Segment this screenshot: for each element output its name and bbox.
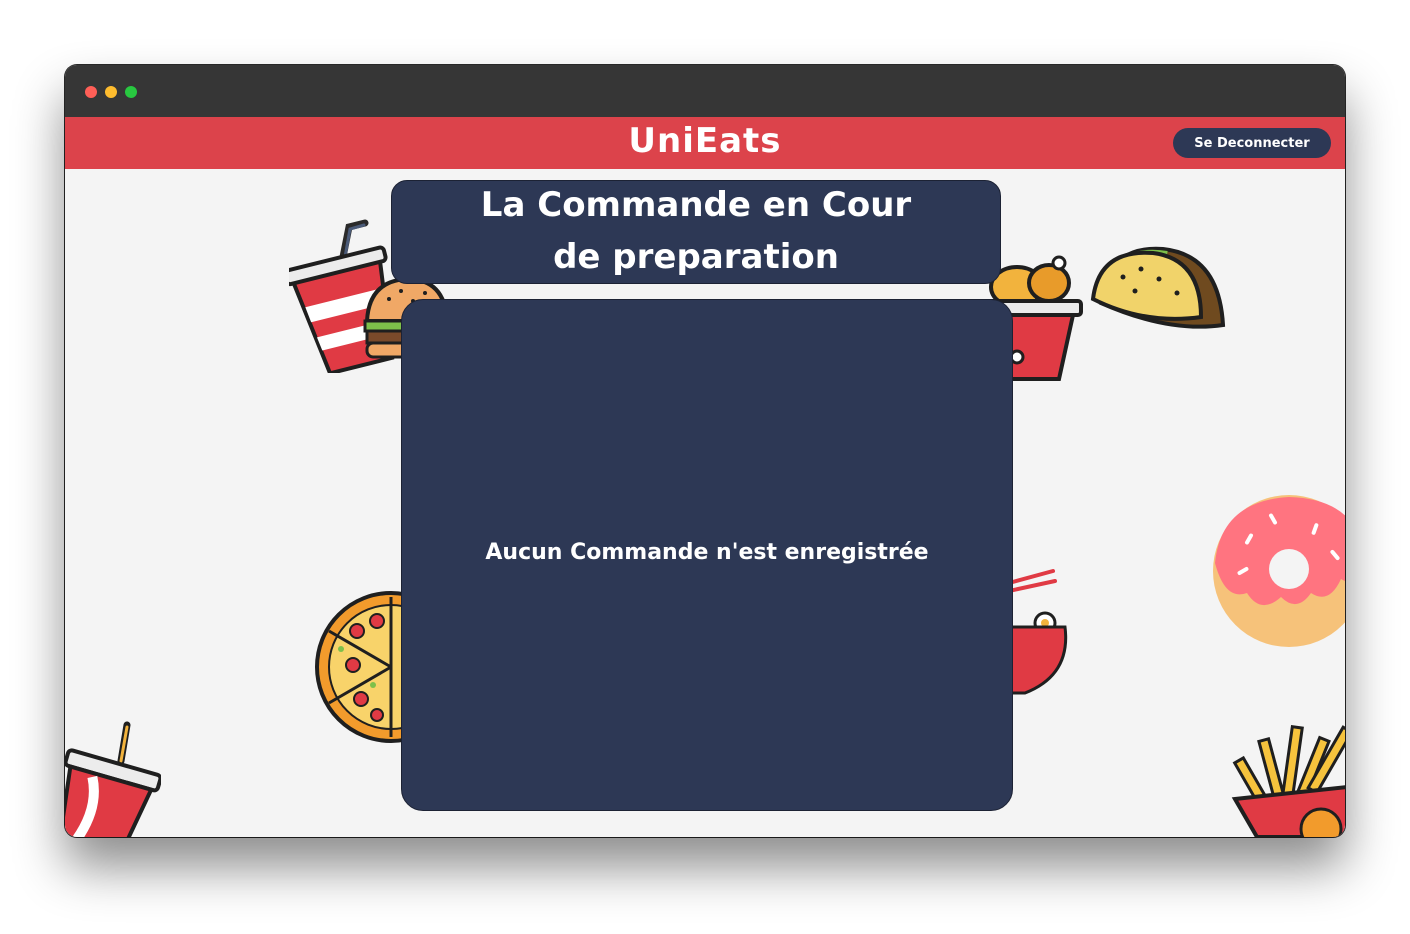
- main-content: La Commande en Cour de preparation Aucun…: [65, 169, 1345, 837]
- fries-icon: [1231, 724, 1345, 837]
- orders-panel: Aucun Commande n'est enregistrée: [401, 299, 1013, 811]
- app-header: UniEats Se Deconnecter: [65, 117, 1345, 169]
- page-title-card: La Commande en Cour de preparation: [391, 180, 1001, 284]
- window-titlebar: [65, 65, 1345, 117]
- taco-icon: [1090, 246, 1226, 329]
- browser-window: UniEats Se Deconnecter La Commande en Co…: [65, 65, 1345, 837]
- page-title-line-2: de preparation: [553, 237, 839, 277]
- brand-title: UniEats: [628, 121, 782, 161]
- logout-button[interactable]: Se Deconnecter: [1173, 128, 1331, 158]
- maximize-window-dot[interactable]: [125, 86, 137, 98]
- minimize-window-dot[interactable]: [105, 86, 117, 98]
- page-title-line-1: La Commande en Cour: [480, 185, 912, 225]
- close-window-dot[interactable]: [85, 86, 97, 98]
- donut-icon: [1213, 495, 1345, 647]
- empty-orders-message: Aucun Commande n'est enregistrée: [485, 540, 929, 565]
- drink-cup-icon: [65, 721, 161, 837]
